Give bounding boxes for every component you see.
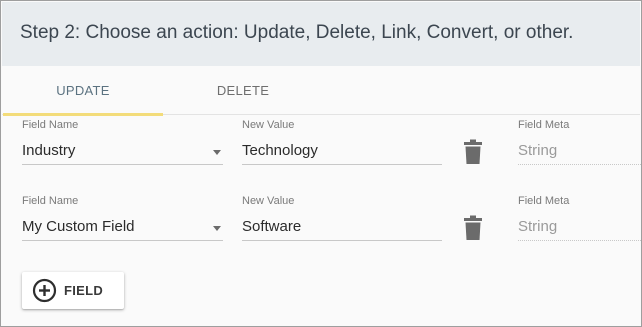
tab-update[interactable]: UPDATE: [3, 66, 163, 116]
new-value-input[interactable]: Technology: [242, 138, 442, 165]
add-field-button[interactable]: FIELD: [22, 272, 124, 309]
trash-icon[interactable]: [463, 139, 483, 165]
chevron-down-icon: [213, 226, 221, 231]
update-action-panel: Step 2: Choose an action: Update, Delete…: [0, 0, 642, 327]
field-meta-label: Field Meta: [518, 195, 570, 207]
field-name-select[interactable]: My Custom Field: [22, 214, 223, 241]
field-meta-label: Field Meta: [518, 119, 570, 131]
field-meta-value: String: [518, 138, 641, 165]
field-name-select[interactable]: Industry: [22, 138, 223, 165]
new-value-label: New Value: [242, 195, 295, 207]
action-tabs: UPDATE DELETE: [2, 66, 640, 116]
plus-circle-icon: [32, 278, 57, 303]
step-title: Step 2: Choose an action: Update, Delete…: [20, 22, 574, 43]
field-meta-value: String: [518, 214, 641, 241]
trash-icon[interactable]: [463, 215, 483, 241]
field-name-value: Industry: [22, 142, 76, 159]
step-header: Step 2: Choose an action: Update, Delete…: [2, 2, 640, 66]
field-name-value: My Custom Field: [22, 218, 135, 235]
field-row: Field Name Industry New Value Technology…: [1, 119, 641, 179]
tab-delete[interactable]: DELETE: [163, 66, 323, 115]
add-field-label: FIELD: [64, 283, 104, 298]
field-row: Field Name My Custom Field New Value Sof…: [1, 195, 641, 255]
new-value-label: New Value: [242, 119, 295, 131]
chevron-down-icon: [213, 150, 221, 155]
field-name-label: Field Name: [22, 195, 79, 207]
new-value-input[interactable]: Software: [242, 214, 442, 241]
field-name-label: Field Name: [22, 119, 79, 131]
